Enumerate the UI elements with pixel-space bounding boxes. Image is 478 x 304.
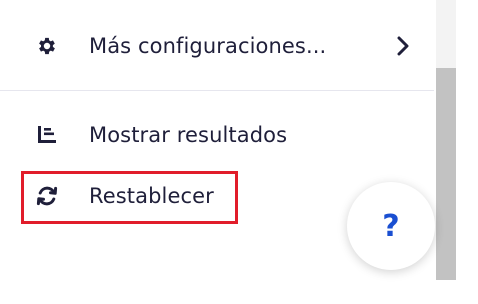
refresh-icon — [34, 183, 60, 209]
screen: Más configuraciones... Mostrar resultado… — [0, 0, 478, 304]
help-button[interactable]: ? — [347, 182, 435, 270]
results-list-icon — [34, 122, 60, 148]
help-icon: ? — [382, 208, 400, 244]
menu-item-show-results[interactable]: Mostrar resultados — [0, 113, 434, 157]
menu-item-label: Mostrar resultados — [89, 123, 288, 147]
scrollbar-thumb[interactable] — [436, 68, 456, 280]
gear-icon — [34, 33, 60, 59]
menu-item-more-settings[interactable]: Más configuraciones... — [0, 24, 434, 68]
menu-item-label: Restablecer — [89, 184, 214, 208]
menu-divider — [0, 90, 434, 91]
chevron-right-icon — [394, 34, 412, 58]
menu-item-label: Más configuraciones... — [89, 34, 327, 58]
